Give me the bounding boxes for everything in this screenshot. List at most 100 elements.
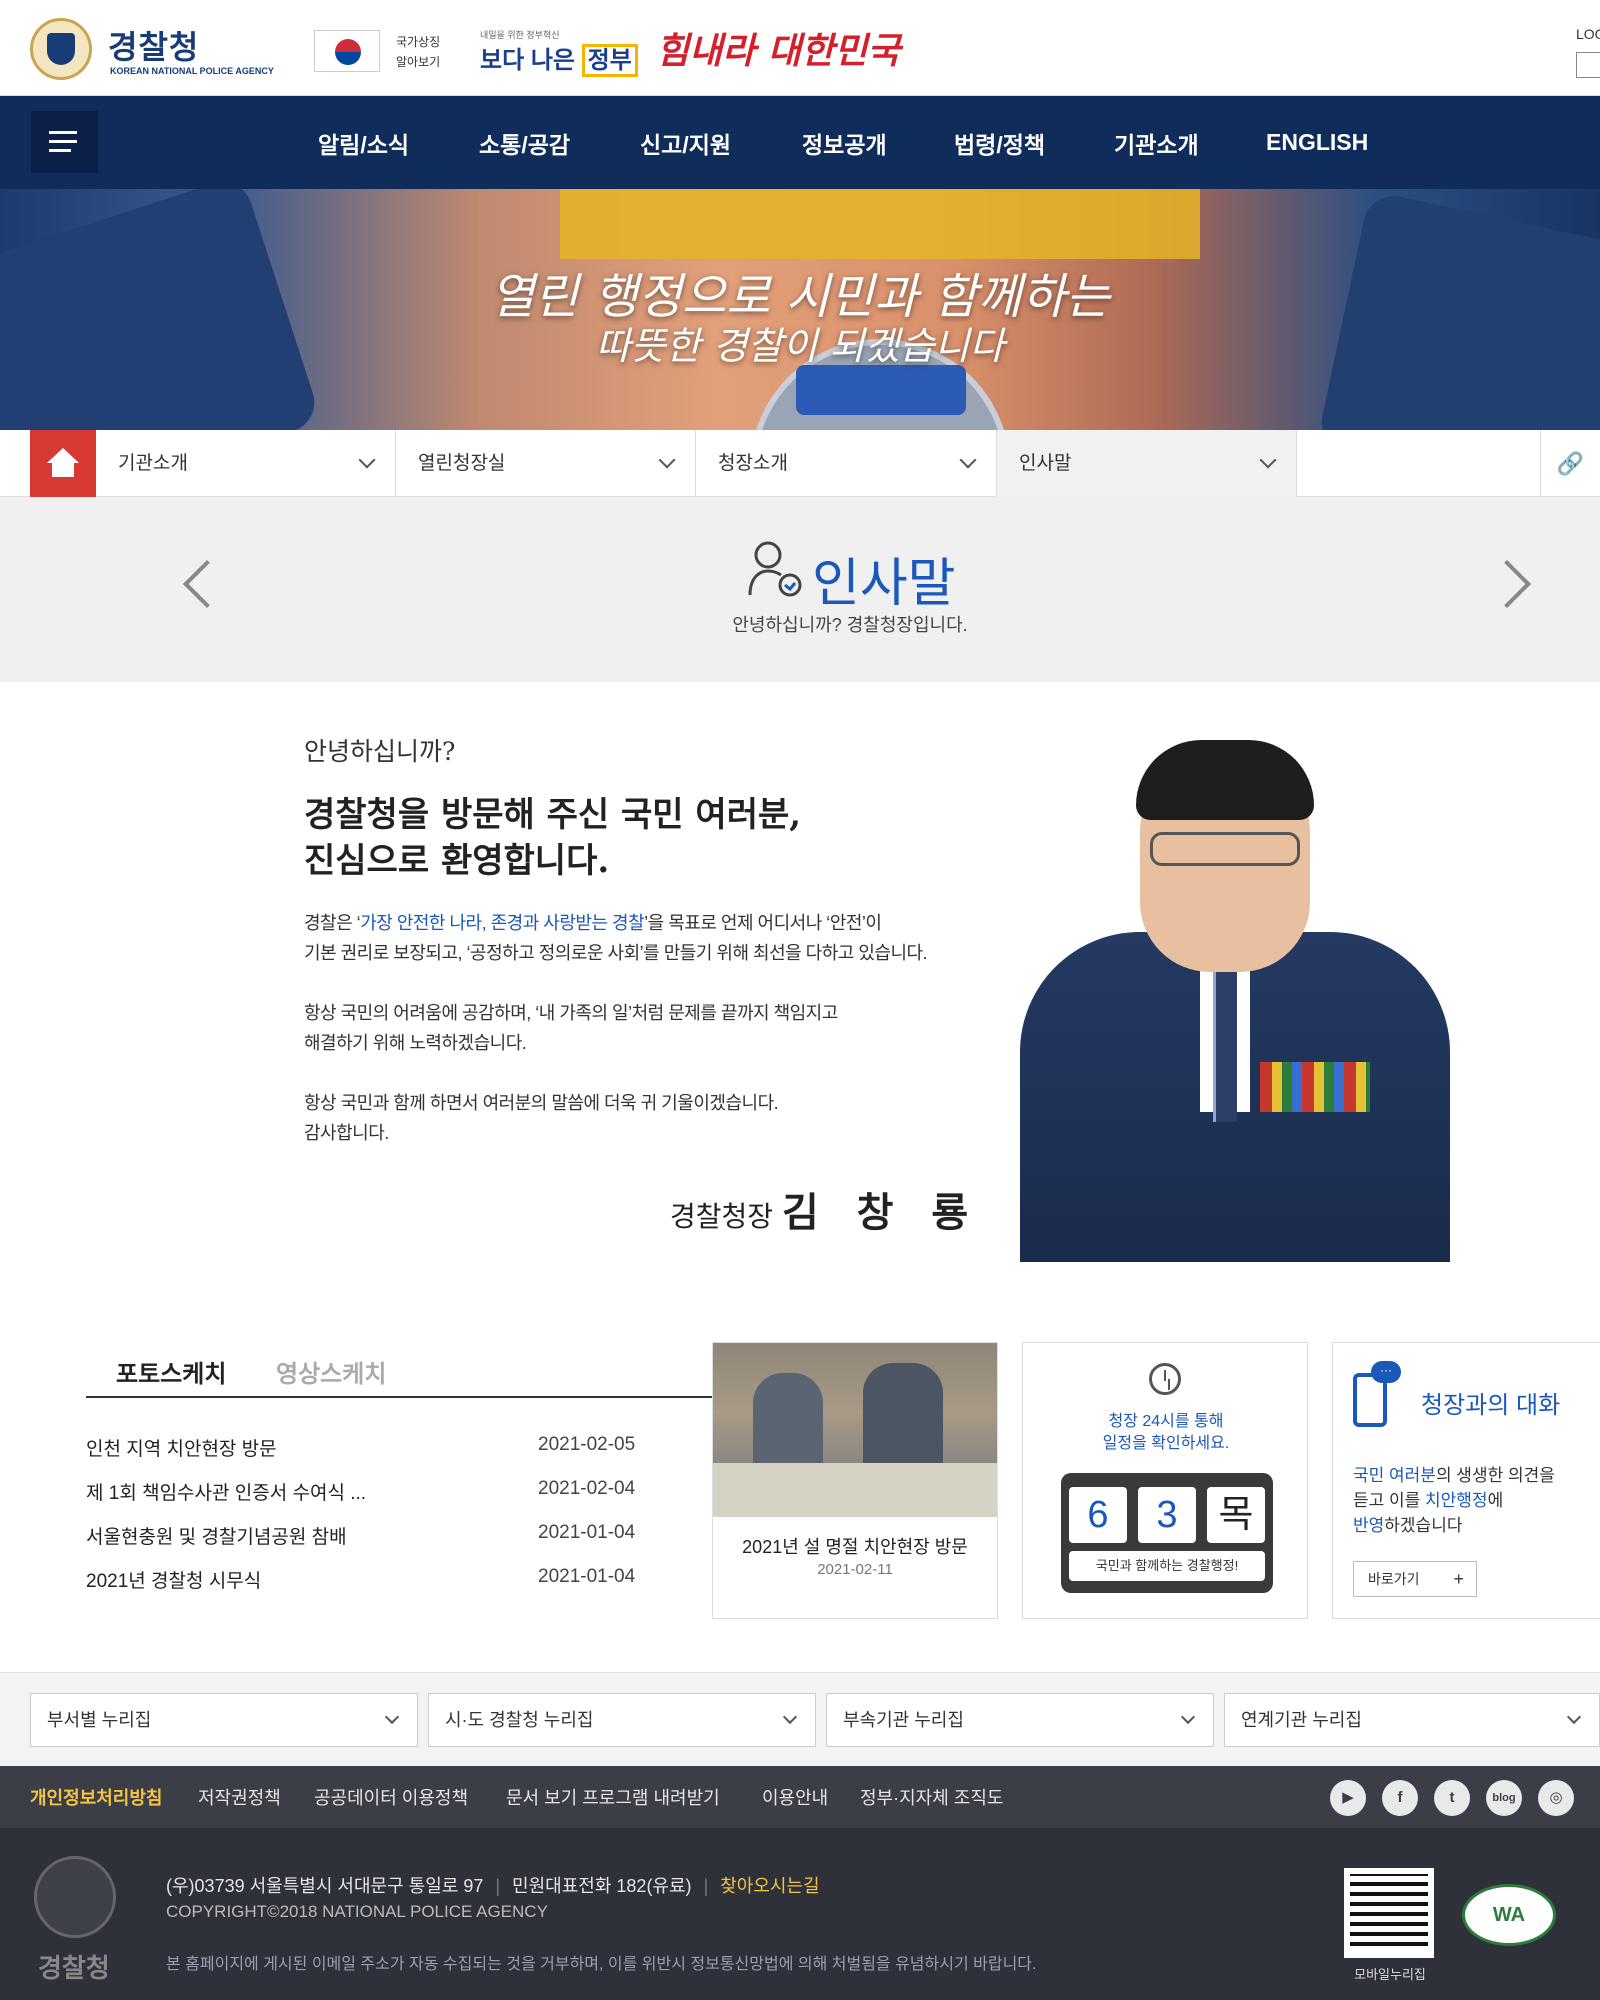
next-arrow-icon[interactable] xyxy=(1482,559,1532,609)
page-subtitle: 안녕하십니까? 경찰청장입니다. xyxy=(732,615,968,635)
featured-photo xyxy=(713,1343,997,1517)
document-viewer-link[interactable]: 문서 보기 프로그램 내려받기 xyxy=(506,1784,720,1810)
main-nav: 알림/소식 소통/공감 신고/지원 정보공개 법령/정책 기관소개 ENGLIS… xyxy=(0,96,1600,189)
breadcrumb-label: 인사말 xyxy=(1019,453,1072,474)
qr-code-icon[interactable] xyxy=(1344,1868,1434,1958)
news-title: 2021년 경찰청 시무식 xyxy=(86,1571,262,1592)
nav-item-disclosure[interactable]: 정보공개 xyxy=(802,126,954,160)
police-emblem-logo[interactable] xyxy=(30,18,92,80)
nav-item-news[interactable]: 알림/소식 xyxy=(318,126,479,160)
page-title-area: 인사말 안녕하십니까? 경찰청장입니다. xyxy=(0,497,1600,682)
gov-innovation-box-text: 정부 xyxy=(581,44,638,77)
greeting-paragraph-3: 항상 국민과 함께 하면서 여러분의 말씀에 더욱 귀 기울이겠습니다. 감사합… xyxy=(304,1088,779,1148)
site-logo-title[interactable]: 경찰청 xyxy=(108,22,199,68)
gov-org-chart-link[interactable]: 정부·지자체 조직도 xyxy=(860,1784,1003,1810)
greeting-card: 안녕하십니까? 경찰청을 방문해 주신 국민 여러분, 진심으로 환영합니다. … xyxy=(30,682,1600,1672)
schedule-line1: 청장 24시를 통해 xyxy=(1108,1413,1224,1430)
p2-a: 항상 국민의 어려움에 공감하며, ‘내 가족의 일’처럼 문제를 끝까지 책임… xyxy=(304,1003,838,1023)
twitter-icon[interactable]: t xyxy=(1434,1780,1470,1816)
home-icon[interactable] xyxy=(30,430,96,497)
privacy-policy-link[interactable]: 개인정보처리방침 xyxy=(30,1784,162,1810)
share-link-icon[interactable]: 🔗 xyxy=(1540,430,1600,497)
signature-title: 경찰청장 xyxy=(670,1200,774,1233)
footer-notice: 본 홈페이지에 게시된 이메일 주소가 자동 수집되는 것을 거부하며, 이를 … xyxy=(166,1956,1037,1973)
featured-photo-card[interactable]: 2021년 설 명절 치안현장 방문 2021-02-11 xyxy=(712,1342,998,1619)
menu-line-icon xyxy=(49,131,77,134)
greeting-paragraph-2: 항상 국민의 어려움에 공감하며, ‘내 가족의 일’처럼 문제를 끝까지 책임… xyxy=(304,998,838,1058)
flag-text-line2: 알아보기 xyxy=(396,55,441,69)
greeting-hello: 안녕하십니까? xyxy=(304,737,456,766)
directions-link[interactable]: 찾아오시는길 xyxy=(720,1876,819,1896)
footer-emblem-logo xyxy=(34,1856,116,1938)
instagram-icon[interactable]: ◎ xyxy=(1538,1780,1574,1816)
chevron-down-icon xyxy=(1566,1709,1582,1725)
chevron-down-icon xyxy=(384,1709,400,1725)
nav-item-english[interactable]: ENGLISH xyxy=(1266,129,1426,156)
nav-item-report[interactable]: 신고/지원 xyxy=(640,126,802,160)
login-link[interactable]: LOG xyxy=(1576,26,1600,42)
menu-line-icon xyxy=(49,149,71,152)
news-item[interactable]: 서울현충원 및 경찰기념공원 참배 2021-01-04 xyxy=(86,1522,646,1549)
p1-b: ’을 목표로 언제 어디서나 ‘안전’이 xyxy=(644,913,882,933)
tab-photo-sketch[interactable]: 포토스케치 xyxy=(116,1354,226,1389)
news-item[interactable]: 인천 지역 치안현장 방문 2021-02-05 xyxy=(86,1434,646,1461)
calendar-month: 6 xyxy=(1069,1487,1127,1543)
top-header: 경찰청 KOREAN NATIONAL POLICE AGENCY 국가상징 알… xyxy=(0,0,1600,96)
nav-items: 알림/소식 소통/공감 신고/지원 정보공개 법령/정책 기관소개 ENGLIS… xyxy=(318,96,1426,189)
qr-label: 모바일누리집 xyxy=(1354,1967,1426,1982)
blog-icon[interactable]: blog xyxy=(1486,1780,1522,1816)
alarm-clock-icon xyxy=(1149,1363,1181,1395)
breadcrumb-item-open-office[interactable]: 열린청장실 xyxy=(396,430,696,497)
calendar-widget: 6 3 목 국민과 함께하는 경찰행정! xyxy=(1061,1473,1273,1593)
p3-a: 항상 국민과 함께 하면서 여러분의 말씀에 더욱 귀 기울이겠습니다. xyxy=(304,1093,779,1113)
dialogue-card: ··· 청장과의 대화 국민 여러분의 생생한 의견을 듣고 이를 치안행정에 … xyxy=(1332,1342,1600,1619)
greeting-paragraph-1: 경찰은 ‘가장 안전한 나라, 존경과 사랑받는 경찰’을 목표로 언제 어디서… xyxy=(304,908,928,968)
family-select-departments[interactable]: 부서별 누리집 xyxy=(30,1693,418,1747)
nav-item-about[interactable]: 기관소개 xyxy=(1114,126,1266,160)
national-symbol-link[interactable]: 국가상징 알아보기 xyxy=(396,32,440,72)
news-item[interactable]: 2021년 경찰청 시무식 2021-01-04 xyxy=(86,1566,646,1593)
korea-flag-icon[interactable] xyxy=(314,30,380,72)
family-select-regional[interactable]: 시·도 경찰청 누리집 xyxy=(428,1693,816,1747)
family-select-related[interactable]: 연계기관 누리집 xyxy=(1224,1693,1600,1747)
prev-arrow-icon[interactable] xyxy=(182,559,232,609)
nav-item-law[interactable]: 법령/정책 xyxy=(954,126,1114,160)
nav-item-communication[interactable]: 소통/공감 xyxy=(479,126,640,160)
p1-highlight: 가장 안전한 나라, 존경과 사랑받는 경찰 xyxy=(360,913,645,933)
breadcrumb-label: 청장소개 xyxy=(718,453,788,474)
calendar-day: 3 xyxy=(1138,1487,1196,1543)
news-item[interactable]: 제 1회 책임수사관 인증서 수여식 ... 2021-02-04 xyxy=(86,1478,646,1505)
login-box[interactable] xyxy=(1576,52,1600,78)
copyright-policy-link[interactable]: 저작권정책 xyxy=(198,1784,281,1810)
talk-hl-2: 치안행정 xyxy=(1425,1491,1488,1510)
banner-subline: 따뜻한 경찰이 되겠습니다 xyxy=(595,324,1005,368)
signature: 경찰청장 김 창 룡 xyxy=(670,1180,980,1238)
dialogue-title: 청장과의 대화 xyxy=(1421,1392,1561,1419)
facebook-icon[interactable]: f xyxy=(1382,1780,1418,1816)
youtube-icon[interactable]: ▶ xyxy=(1330,1780,1366,1816)
media-tabs: 포토스케치 영상스케치 xyxy=(86,1342,740,1398)
go-shortcut-button[interactable]: 바로가기 + xyxy=(1353,1561,1477,1597)
slogan-logo[interactable]: 힘내라 대한민국 xyxy=(656,22,900,74)
portrait-hair xyxy=(1136,740,1314,820)
talk-text-1: 의 생생한 의견을 xyxy=(1435,1466,1555,1485)
p1-a: 경찰은 ‘ xyxy=(304,913,361,933)
breadcrumb-item-greeting[interactable]: 인사말 xyxy=(997,430,1297,497)
family-select-affiliated[interactable]: 부속기관 누리집 xyxy=(826,1693,1214,1747)
footer-logo-name: 경찰청 xyxy=(38,1953,110,1983)
gov-innovation-text: 보다 나은 xyxy=(480,47,575,74)
footer-copyright: COPYRIGHT©2018 NATIONAL POLICE AGENCY xyxy=(166,1902,548,1921)
open-data-policy-link[interactable]: 공공데이터 이용정책 xyxy=(314,1784,468,1810)
breadcrumb-item-commissioner[interactable]: 청장소개 xyxy=(696,430,997,497)
hamburger-menu-button[interactable] xyxy=(31,111,98,173)
p3-b: 감사합니다. xyxy=(304,1123,389,1143)
schedule-card[interactable]: 청장 24시를 통해 일정을 확인하세요. 6 3 목 국민과 함께하는 경찰행… xyxy=(1022,1342,1308,1619)
greeting-headline-line1: 경찰청을 방문해 주신 국민 여러분, xyxy=(304,795,802,835)
usage-guide-link[interactable]: 이용안내 xyxy=(762,1784,828,1810)
signature-name: 김 창 룡 xyxy=(781,1189,981,1236)
news-title: 서울현충원 및 경찰기념공원 참배 xyxy=(86,1527,347,1548)
plus-icon: + xyxy=(1453,1569,1464,1589)
tab-video-sketch[interactable]: 영상스케치 xyxy=(276,1354,386,1389)
gov-innovation-logo[interactable]: 보다 나은 정부 xyxy=(480,40,638,77)
breadcrumb-item-about[interactable]: 기관소개 xyxy=(96,430,396,497)
